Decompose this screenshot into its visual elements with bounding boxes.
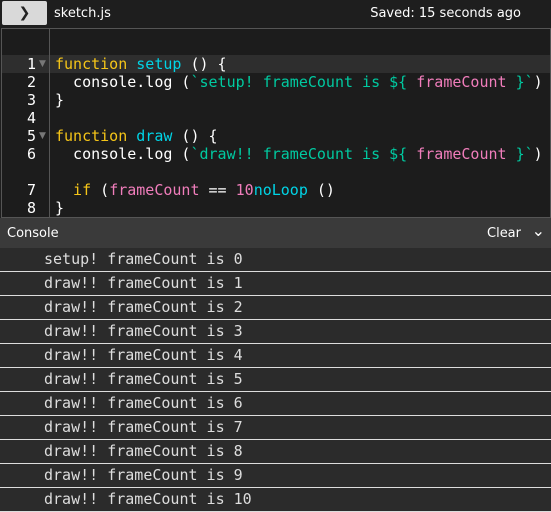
- console-title: Console: [7, 226, 59, 241]
- console-message: draw!! frameCount is 4: [0, 344, 551, 368]
- code-line[interactable]: function draw () {: [55, 127, 218, 145]
- line-number: 7: [26, 181, 36, 199]
- header: ❯ sketch.js Saved: 15 seconds ago: [0, 0, 551, 28]
- code-token: frameCount: [416, 73, 507, 91]
- code-token: `setup! frameCount is ${: [190, 73, 417, 91]
- console-message: draw!! frameCount is 8: [0, 440, 551, 464]
- sidebar-toggle-button[interactable]: ❯: [2, 1, 47, 25]
- code-token: 10: [235, 181, 254, 199]
- code-token: ==: [199, 181, 236, 199]
- code-line[interactable]: if (frameCount == 10noLoop (): [55, 181, 335, 199]
- code-token: function: [55, 127, 128, 145]
- line-number: 3: [26, 91, 36, 109]
- code-line[interactable]: console.log (`draw!! frameCount is ${ fr…: [55, 145, 543, 163]
- code-token: }`: [506, 145, 534, 163]
- file-name[interactable]: sketch.js: [54, 6, 111, 21]
- fold-arrow-icon[interactable]: ▼: [39, 55, 46, 73]
- code-token: noLoop: [253, 181, 308, 199]
- code-token: if: [55, 181, 92, 199]
- console-message: draw!! frameCount is 10: [0, 488, 551, 512]
- line-number: 5: [26, 127, 36, 145]
- console-message: draw!! frameCount is 6: [0, 392, 551, 416]
- code-token: () {: [172, 127, 218, 145]
- code-token: }: [55, 91, 65, 109]
- code-token: ): [533, 73, 543, 91]
- line-number: 2: [26, 73, 36, 91]
- clear-button[interactable]: Clear: [487, 226, 521, 241]
- code-token: setup: [136, 55, 182, 73]
- save-status: Saved: 15 seconds ago: [370, 6, 521, 21]
- code-line[interactable]: }: [55, 91, 64, 109]
- console-message: draw!! frameCount is 1: [0, 272, 551, 296]
- code-token: draw: [136, 127, 173, 145]
- code-token: (): [307, 181, 335, 199]
- code-token: console.log (: [55, 145, 191, 163]
- code-token: `draw!! frameCount is ${: [190, 145, 417, 163]
- console-message: draw!! frameCount is 7: [0, 416, 551, 440]
- console-output: setup! frameCount is 0 draw!! frameCount …: [0, 248, 551, 512]
- code-editor[interactable]: 1 ▼ function setup () {2 console.log (`set…: [1, 28, 551, 218]
- line-number: 8: [26, 199, 36, 217]
- fold-arrow-icon[interactable]: ▼: [39, 127, 46, 145]
- chevron-right-icon: ❯: [18, 5, 31, 21]
- code-line[interactable]: function setup () {: [55, 55, 227, 73]
- code-line[interactable]: }: [55, 199, 64, 217]
- code-token: console.log (: [55, 73, 191, 91]
- code-token: }`: [506, 73, 534, 91]
- code-token: (: [91, 181, 110, 199]
- console-message: draw!! frameCount is 5: [0, 368, 551, 392]
- code-line[interactable]: console.log (`setup! frameCount is ${ fr…: [55, 73, 543, 91]
- console-message: draw!! frameCount is 2: [0, 296, 551, 320]
- code-token: function: [55, 55, 128, 73]
- code-token: ): [533, 145, 543, 163]
- code-token: }: [55, 199, 65, 217]
- chevron-down-icon[interactable]: ⌄: [532, 221, 545, 240]
- line-number: 1: [26, 55, 36, 73]
- code-token: frameCount: [416, 145, 507, 163]
- line-number: 6: [26, 145, 36, 163]
- line-number: 4: [26, 109, 36, 127]
- code-token: frameCount: [109, 181, 200, 199]
- console-message: draw!! frameCount is 3: [0, 320, 551, 344]
- console-header: Console Clear ⌄: [0, 218, 551, 248]
- console-message: draw!! frameCount is 9: [0, 464, 551, 488]
- code-token: () {: [181, 55, 227, 73]
- console-message: setup! frameCount is 0: [0, 248, 551, 272]
